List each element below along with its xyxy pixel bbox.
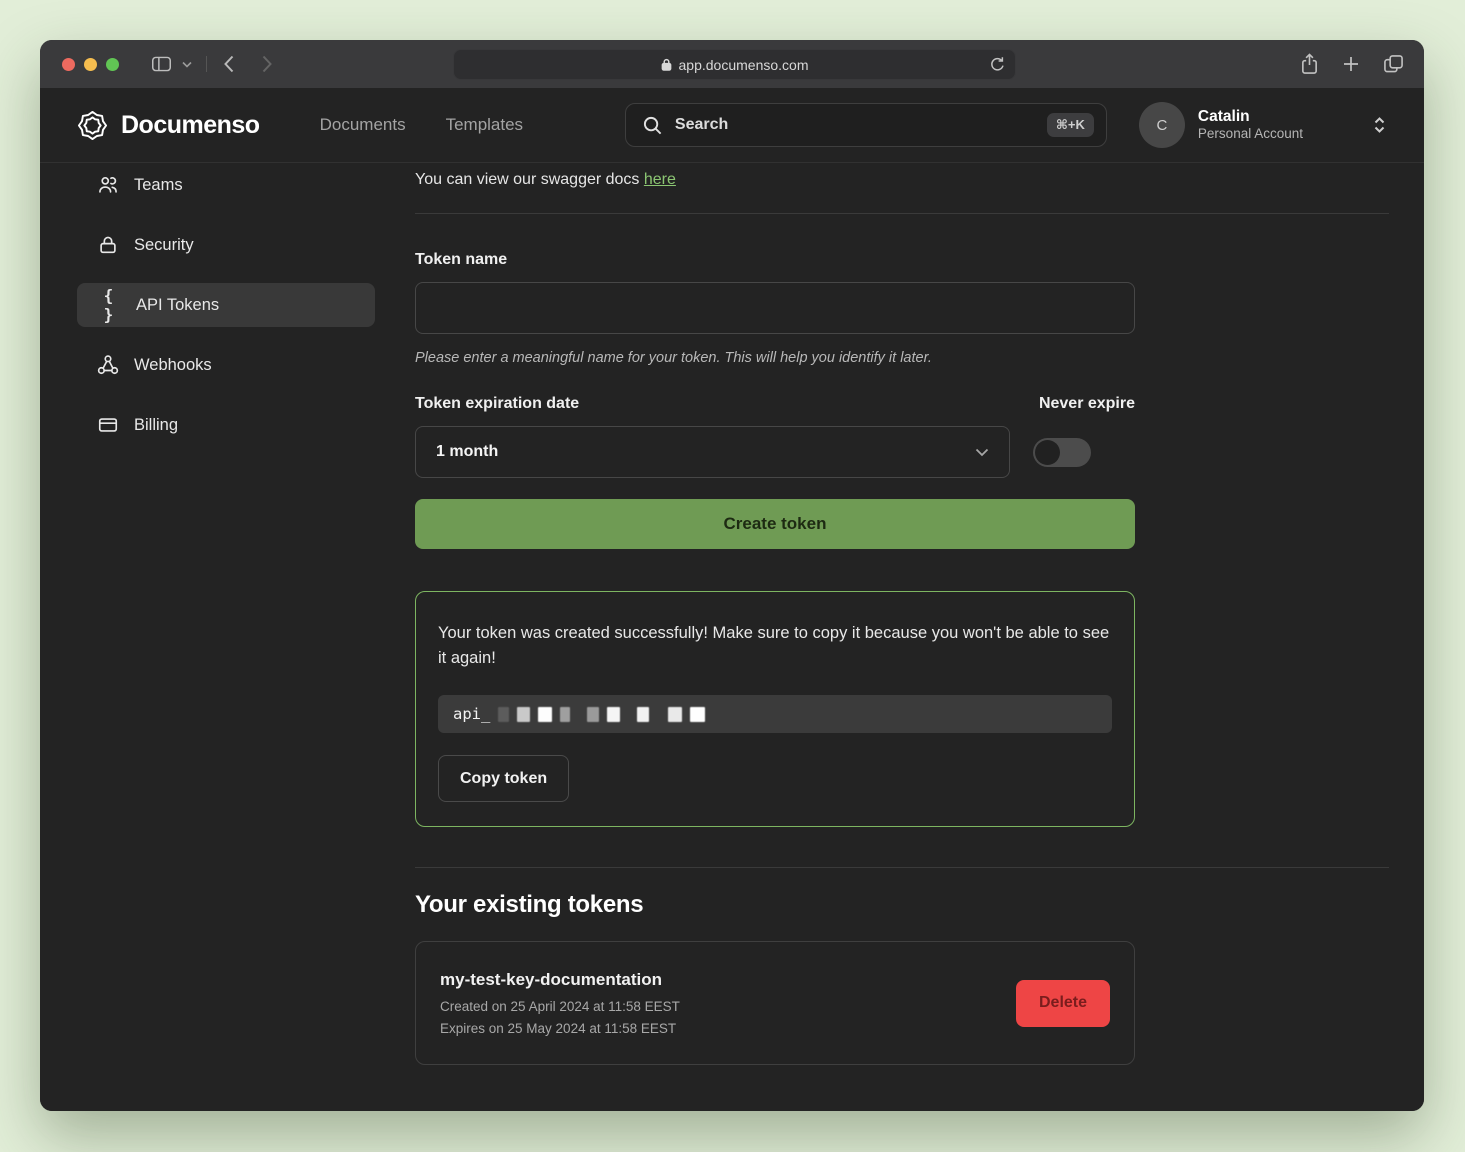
close-window-button[interactable] (62, 58, 75, 71)
browser-titlebar: app.documenso.com (40, 40, 1424, 88)
sidebar-item-label: Webhooks (134, 356, 212, 375)
sidebar-item-label: Billing (134, 416, 178, 435)
copy-token-button[interactable]: Copy token (438, 755, 569, 802)
toolbar-divider (206, 56, 207, 72)
lock-icon (661, 58, 672, 71)
sidebar-item-label: API Tokens (136, 296, 219, 315)
token-prefix: api_ (453, 705, 490, 723)
chevron-up-down-icon (1373, 116, 1386, 134)
search-icon (642, 115, 663, 136)
divider (415, 213, 1389, 214)
reload-icon[interactable] (990, 56, 1005, 73)
token-created-message: Your token was created successfully! Mak… (438, 621, 1112, 671)
token-value-field[interactable]: api_ (438, 695, 1112, 733)
sidebar-item-security[interactable]: Security (77, 223, 375, 267)
token-card-name: my-test-key-documentation (440, 970, 680, 990)
nav-templates[interactable]: Templates (446, 115, 523, 135)
never-expire-toggle[interactable] (1033, 438, 1091, 467)
token-name-input[interactable] (415, 282, 1135, 334)
divider (415, 867, 1389, 868)
settings-sidebar: Teams Security { } API Tokens Webhoo (77, 163, 375, 1111)
sidebar-item-api-tokens[interactable]: { } API Tokens (77, 283, 375, 327)
token-name-label: Token name (415, 251, 1135, 269)
toggle-knob (1035, 440, 1060, 465)
avatar: C (1139, 102, 1185, 148)
redacted-token (498, 707, 705, 722)
users-icon (97, 174, 119, 196)
credit-card-icon (97, 414, 119, 436)
app-root: Documenso Documents Templates Search ⌘+K… (40, 88, 1424, 1111)
token-card: my-test-key-documentation Created on 25 … (415, 941, 1135, 1065)
nav-documents[interactable]: Documents (320, 115, 406, 135)
share-icon[interactable] (1300, 53, 1319, 75)
traffic-lights (62, 58, 119, 71)
chevron-down-icon[interactable] (182, 61, 192, 68)
account-type: Personal Account (1198, 126, 1303, 143)
search-shortcut-badge: ⌘+K (1047, 113, 1094, 137)
brand[interactable]: Documenso (77, 110, 260, 141)
chevron-down-icon (975, 448, 989, 457)
expiration-select[interactable]: 1 month (415, 426, 1010, 478)
create-token-button[interactable]: Create token (415, 499, 1135, 549)
browser-window: app.documenso.com (40, 40, 1424, 1111)
token-name-hint: Please enter a meaningful name for your … (415, 350, 1135, 366)
minimize-window-button[interactable] (84, 58, 97, 71)
top-nav: Documents Templates (320, 115, 523, 135)
swagger-docs-link[interactable]: here (644, 171, 676, 188)
sidebar-item-billing[interactable]: Billing (77, 403, 375, 447)
tab-overview-icon[interactable] (1383, 54, 1404, 74)
token-expires-date: Expires on 25 May 2024 at 11:58 EEST (440, 1021, 680, 1036)
lock-icon (97, 234, 119, 256)
token-expiration-label: Token expiration date (415, 395, 579, 413)
never-expire-label: Never expire (1039, 395, 1135, 413)
existing-tokens-heading: Your existing tokens (415, 891, 1389, 919)
sidebar-item-teams[interactable]: Teams (77, 163, 375, 207)
sidebar-item-webhooks[interactable]: Webhooks (77, 343, 375, 387)
new-tab-icon[interactable] (1342, 55, 1360, 73)
api-tokens-page: You can view our swagger docs here Token… (375, 163, 1424, 1111)
delete-token-button[interactable]: Delete (1016, 980, 1110, 1027)
zoom-window-button[interactable] (106, 58, 119, 71)
documenso-logo-icon (77, 110, 108, 141)
search-input[interactable]: Search ⌘+K (625, 103, 1107, 147)
brand-name: Documenso (121, 111, 260, 140)
braces-icon: { } (97, 286, 121, 324)
webhook-icon (97, 354, 119, 376)
forward-button[interactable] (259, 53, 275, 75)
swagger-docs-text: You can view our swagger docs here (415, 169, 1389, 191)
token-created-alert: Your token was created successfully! Mak… (415, 591, 1135, 827)
address-bar[interactable]: app.documenso.com (453, 49, 1016, 80)
sidebar-toggle-icon[interactable] (151, 55, 172, 73)
back-button[interactable] (221, 53, 237, 75)
url-text: app.documenso.com (679, 57, 809, 73)
sidebar-item-label: Teams (134, 176, 183, 195)
account-name: Catalin (1198, 107, 1303, 126)
sidebar-item-label: Security (134, 236, 194, 255)
token-created-date: Created on 25 April 2024 at 11:58 EEST (440, 999, 680, 1014)
account-menu[interactable]: C Catalin Personal Account (1139, 102, 1402, 148)
search-placeholder: Search (675, 116, 1035, 134)
expiration-selected-value: 1 month (436, 443, 498, 461)
app-header: Documenso Documents Templates Search ⌘+K… (40, 88, 1424, 163)
